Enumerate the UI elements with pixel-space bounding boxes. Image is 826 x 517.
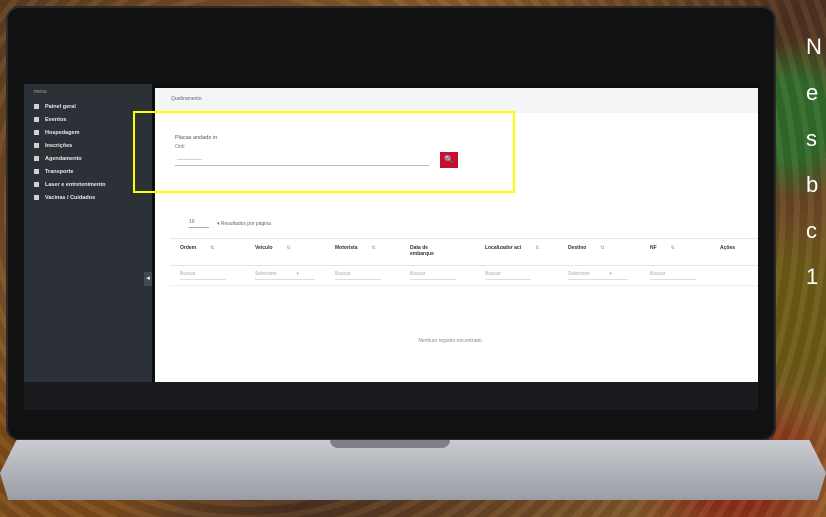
sidebar-item-label: Painel geral [45, 103, 76, 110]
sidebar-item-label: Transporte [45, 168, 74, 175]
calendar-icon [34, 117, 39, 122]
column-header-localizador[interactable]: Localizador aci ⇅ [485, 245, 539, 251]
building-icon [34, 130, 39, 135]
column-header-ordem[interactable]: Ordem ⇅ [180, 245, 214, 251]
column-header-acoes: Ações [720, 245, 736, 251]
column-header-nf[interactable]: NF ⇅ [650, 245, 675, 251]
filter-veiculo[interactable]: Selecione ▾ [255, 271, 315, 280]
table-filters: Buscar Selecione ▾ Buscar Buscar Buscar … [170, 265, 758, 286]
filter-nf[interactable]: Buscar [650, 271, 696, 280]
filter-localizador[interactable]: Buscar [485, 271, 531, 280]
app-topbar [24, 32, 758, 84]
column-header-motorista[interactable]: Motorista ⇅ [335, 245, 376, 251]
filter-destino[interactable]: Selecione ▾ [568, 271, 628, 280]
laptop-screen: menu Painel geral Eventos Hospedagem Ins… [24, 32, 758, 410]
breadcrumb: Quebramento [171, 96, 202, 102]
column-header-destino[interactable]: Destino ⇅ [568, 245, 605, 251]
users-icon [34, 143, 39, 148]
chevron-down-icon: ▾ [609, 271, 612, 277]
paging-control: 10 ▾ Resultados por página [189, 219, 271, 228]
screen-bottom-band [24, 382, 758, 410]
empty-table-message: Nenhum registro encontrado [418, 338, 482, 344]
table-header: Ordem ⇅ Veículo ⇅ Motorista ⇅ Data de embar… [170, 238, 758, 266]
sidebar-item-label: Laser e entretenimento [45, 181, 106, 188]
filter-data[interactable]: Buscar [410, 271, 456, 280]
sidebar-collapse-button[interactable]: ◂ [144, 272, 152, 286]
syringe-icon [34, 195, 39, 200]
clock-icon [34, 156, 39, 161]
star-icon [34, 182, 39, 187]
sidebar-item-label: Inscrições [45, 142, 73, 149]
laptop-lid: menu Painel geral Eventos Hospedagem Ins… [6, 6, 776, 441]
column-header-data[interactable]: Data de embarque [410, 245, 446, 257]
side-caption: N e s b c 1 [806, 34, 822, 289]
filter-motorista[interactable]: Buscar [335, 271, 381, 280]
bus-icon [34, 169, 39, 174]
sidebar-item-label: Hospedagem [45, 129, 80, 136]
dashboard-icon [34, 104, 39, 109]
column-header-veiculo[interactable]: Veículo ⇅ [255, 245, 291, 251]
per-page-label: ▾ Resultados por página [217, 220, 271, 227]
chevron-down-icon: ▾ [296, 271, 299, 277]
sidebar-item-label: Agendamento [45, 155, 82, 162]
sidebar-item-label: Vacinas / Cuidados [45, 194, 96, 201]
per-page-select[interactable]: 10 [189, 219, 209, 228]
laptop-base [0, 440, 826, 500]
search-highlight-box [133, 111, 515, 193]
filter-ordem[interactable]: Buscar [180, 271, 226, 280]
laptop-notch [330, 440, 450, 448]
sidebar-header: menu [34, 89, 47, 95]
sidebar-item-label: Eventos [45, 116, 67, 123]
